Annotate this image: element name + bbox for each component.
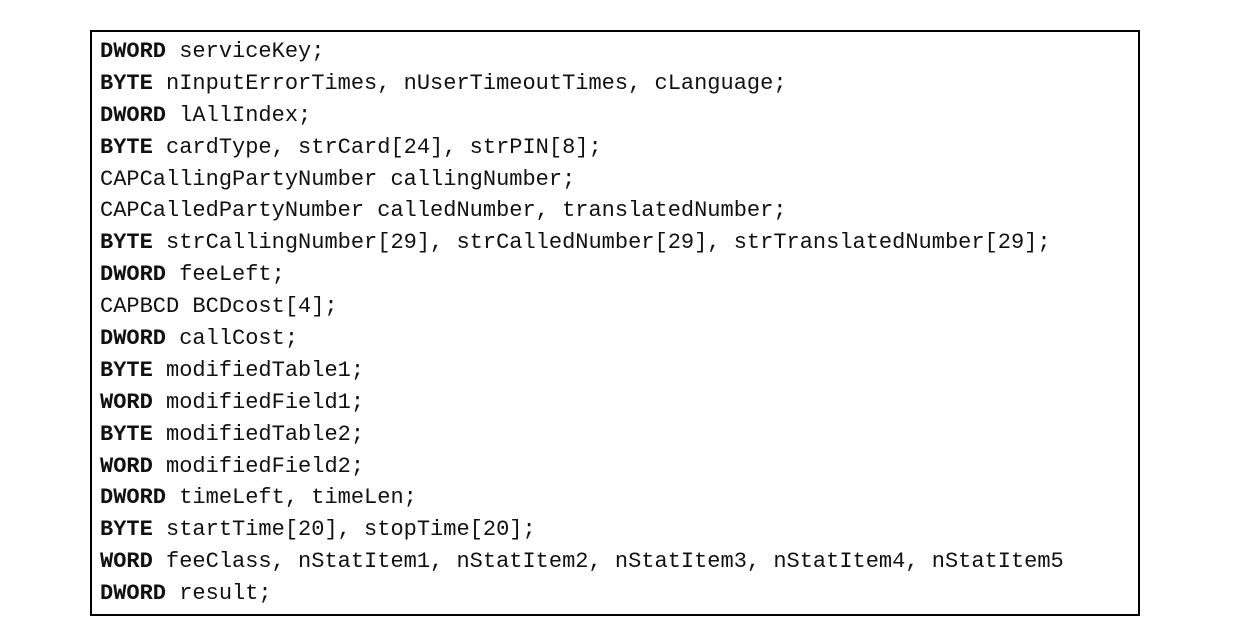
code-text: nInputErrorTimes, nUserTimeoutTimes, cLa…: [153, 71, 787, 96]
code-line: DWORD timeLeft, timeLen;: [100, 482, 1130, 514]
code-box: DWORD serviceKey; BYTE nInputErrorTimes,…: [90, 30, 1140, 616]
code-line: BYTE modifiedTable2;: [100, 419, 1130, 451]
keyword: WORD: [100, 390, 153, 415]
code-line: DWORD serviceKey;: [100, 36, 1130, 68]
code-text: modifiedTable1;: [153, 358, 364, 383]
code-line: BYTE startTime[20], stopTime[20];: [100, 514, 1130, 546]
keyword: BYTE: [100, 135, 153, 160]
code-text: callCost;: [166, 326, 298, 351]
code-text: startTime[20], stopTime[20];: [153, 517, 536, 542]
code-line: CAPCallingPartyNumber callingNumber;: [100, 164, 1130, 196]
code-text: serviceKey;: [166, 39, 324, 64]
code-line: WORD modifiedField1;: [100, 387, 1130, 419]
keyword: DWORD: [100, 326, 166, 351]
keyword: BYTE: [100, 230, 153, 255]
code-line: WORD feeClass, nStatItem1, nStatItem2, n…: [100, 546, 1130, 578]
code-text: cardType, strCard[24], strPIN[8];: [153, 135, 602, 160]
code-line: BYTE modifiedTable1;: [100, 355, 1130, 387]
code-text: CAPCallingPartyNumber callingNumber;: [100, 167, 575, 192]
code-text: lAllIndex;: [166, 103, 311, 128]
code-line: BYTE nInputErrorTimes, nUserTimeoutTimes…: [100, 68, 1130, 100]
code-text: CAPBCD BCDcost[4];: [100, 294, 338, 319]
code-line: CAPBCD BCDcost[4];: [100, 291, 1130, 323]
keyword: BYTE: [100, 71, 153, 96]
keyword: WORD: [100, 454, 153, 479]
keyword: BYTE: [100, 517, 153, 542]
code-text: CAPCalledPartyNumber calledNumber, trans…: [100, 198, 787, 223]
keyword: DWORD: [100, 581, 166, 606]
code-line: DWORD result;: [100, 578, 1130, 610]
code-line: DWORD callCost;: [100, 323, 1130, 355]
code-text: timeLeft, timeLen;: [166, 485, 417, 510]
keyword: DWORD: [100, 485, 166, 510]
keyword: BYTE: [100, 422, 153, 447]
code-line: BYTE cardType, strCard[24], strPIN[8];: [100, 132, 1130, 164]
code-line: DWORD feeLeft;: [100, 259, 1130, 291]
keyword: DWORD: [100, 39, 166, 64]
code-text: modifiedField2;: [153, 454, 364, 479]
keyword: DWORD: [100, 262, 166, 287]
keyword: WORD: [100, 549, 153, 574]
code-text: feeClass, nStatItem1, nStatItem2, nStatI…: [153, 549, 1064, 574]
code-text: strCallingNumber[29], strCalledNumber[29…: [153, 230, 1051, 255]
code-line: BYTE strCallingNumber[29], strCalledNumb…: [100, 227, 1130, 259]
code-line: WORD modifiedField2;: [100, 451, 1130, 483]
code-text: feeLeft;: [166, 262, 285, 287]
code-text: result;: [166, 581, 272, 606]
code-text: modifiedField1;: [153, 390, 364, 415]
code-line: CAPCalledPartyNumber calledNumber, trans…: [100, 195, 1130, 227]
keyword: DWORD: [100, 103, 166, 128]
keyword: BYTE: [100, 358, 153, 383]
code-line: DWORD lAllIndex;: [100, 100, 1130, 132]
code-text: modifiedTable2;: [153, 422, 364, 447]
